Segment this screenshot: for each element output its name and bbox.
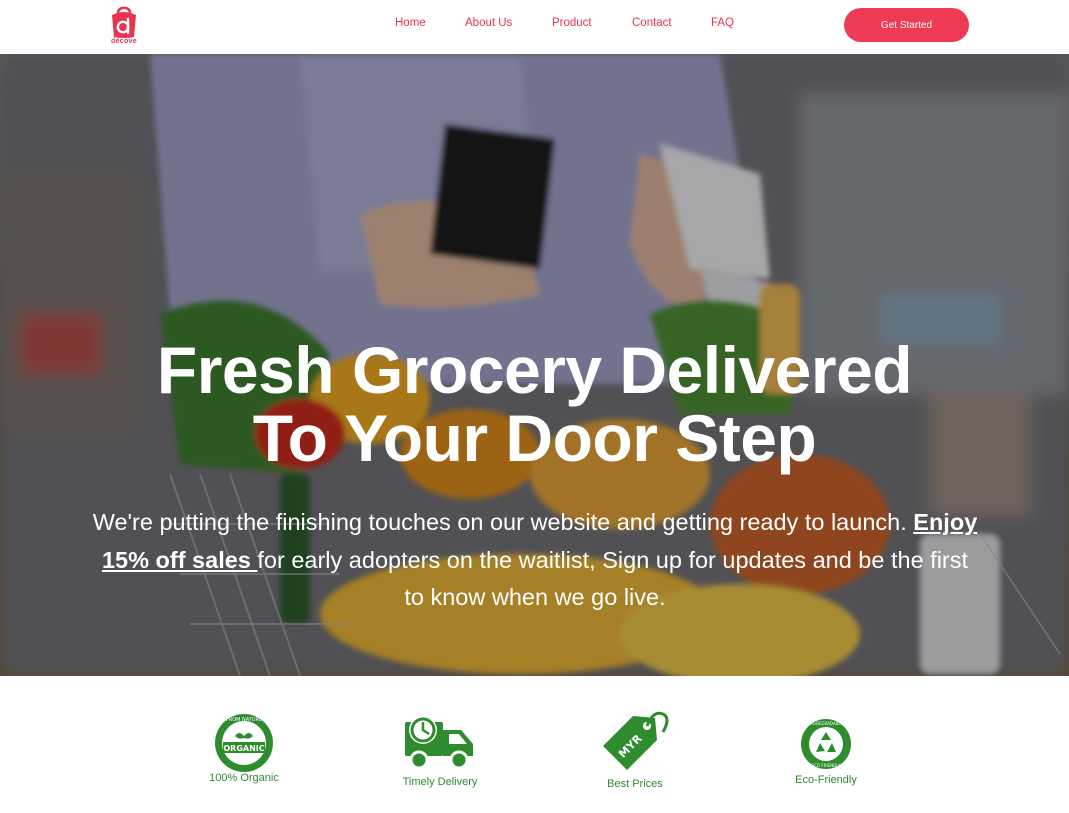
features-section: ORGANIC FROM NATURE 100% Organic Timely … bbox=[0, 676, 1069, 813]
organic-badge-icon: ORGANIC FROM NATURE bbox=[215, 714, 273, 772]
price-tag-icon: MYR bbox=[603, 711, 669, 770]
feature-prices: MYR Best Prices bbox=[596, 706, 674, 790]
svg-text:ORGANIC: ORGANIC bbox=[223, 744, 264, 753]
feature-delivery: Timely Delivery bbox=[397, 708, 483, 788]
feature-delivery-label: Timely Delivery bbox=[402, 776, 478, 788]
feature-organic-label: 100% Organic bbox=[209, 772, 279, 784]
svg-text:ECO FRIENDLY: ECO FRIENDLY bbox=[812, 763, 841, 768]
brand-logo[interactable]: décove bbox=[106, 3, 142, 47]
hero-headline: Fresh Grocery Delivered To Your Door Ste… bbox=[156, 333, 913, 475]
svg-text:BIODEGRADABLE: BIODEGRADABLE bbox=[809, 721, 844, 726]
top-navbar: décove Home About Us Product Contact FAQ… bbox=[0, 0, 1069, 54]
nav-faq[interactable]: FAQ bbox=[711, 17, 734, 29]
shopping-bag-icon bbox=[112, 6, 136, 38]
svg-text:FROM NATURE: FROM NATURE bbox=[226, 717, 262, 723]
hero-subtext: We're putting the finishing touches on o… bbox=[92, 509, 978, 610]
hero-section: Fresh Grocery Delivered To Your Door Ste… bbox=[0, 54, 1069, 676]
nav-product[interactable]: Product bbox=[552, 17, 592, 29]
nav-home[interactable]: Home bbox=[395, 17, 426, 29]
feature-eco-label: Eco-Friendly bbox=[795, 774, 857, 786]
get-started-button[interactable]: Get Started bbox=[844, 8, 969, 42]
recycle-badge-icon: BIODEGRADABLE ECO FRIENDLY bbox=[801, 719, 851, 769]
brand-name: décove bbox=[111, 38, 137, 45]
feature-prices-label: Best Prices bbox=[607, 778, 663, 790]
feature-eco: BIODEGRADABLE ECO FRIENDLY Eco-Friendly bbox=[789, 718, 863, 786]
nav-contact[interactable]: Contact bbox=[632, 17, 672, 29]
feature-organic: ORGANIC FROM NATURE 100% Organic bbox=[200, 712, 288, 784]
nav-about-us[interactable]: About Us bbox=[465, 17, 512, 29]
delivery-truck-icon bbox=[405, 716, 473, 770]
